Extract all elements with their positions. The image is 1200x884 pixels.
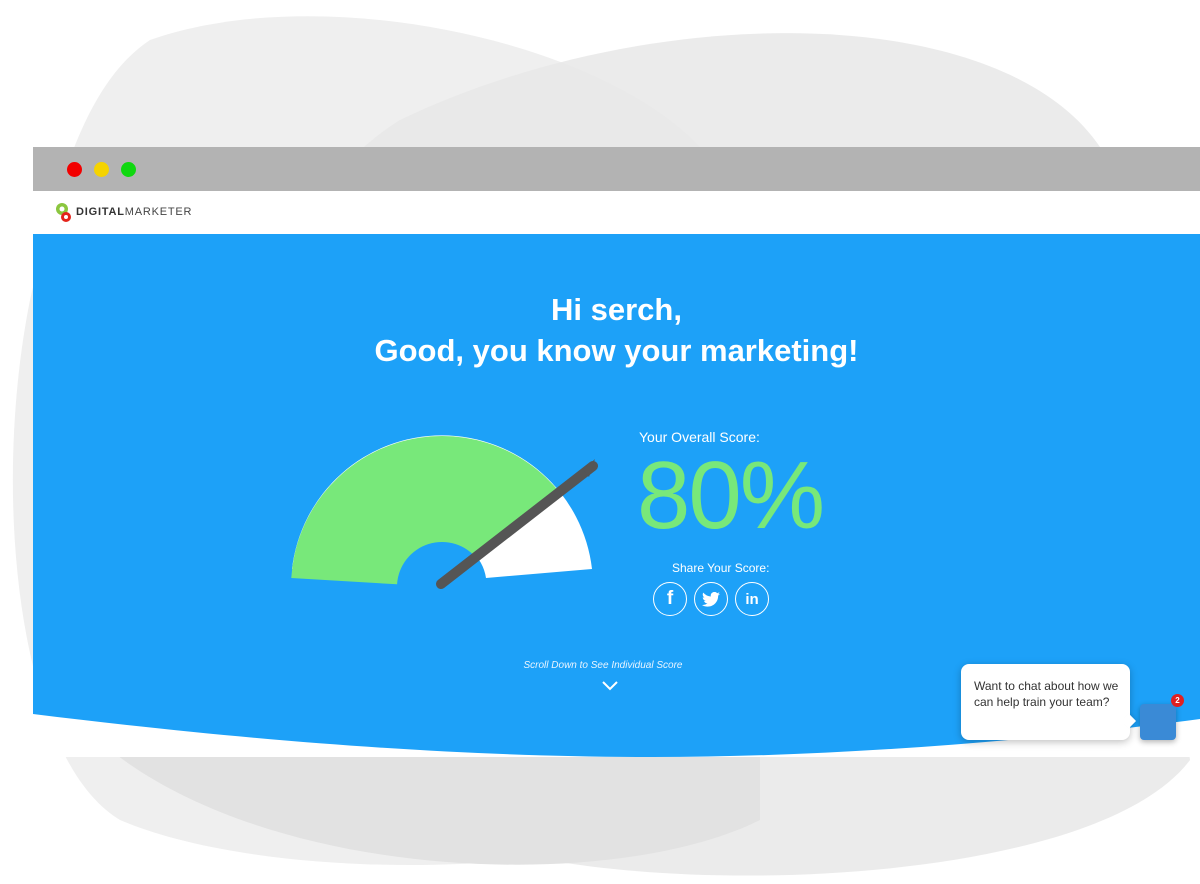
site-navbar: DIGITALMARKETER xyxy=(33,191,1200,234)
facebook-share-button[interactable]: f xyxy=(653,582,687,616)
linkedin-share-button[interactable]: in xyxy=(735,582,769,616)
facebook-icon: f xyxy=(666,588,674,609)
greeting-line-1: Hi serch, xyxy=(551,292,682,327)
chat-prompt-text: Want to chat about how we can help train… xyxy=(974,679,1119,709)
chat-launcher-button[interactable] xyxy=(1140,704,1176,740)
window-titlebar xyxy=(33,147,1200,191)
linkedin-icon: in xyxy=(745,590,759,608)
result-heading: Hi serch, Good, you know your marketing! xyxy=(33,289,1200,371)
logo-text-bold: DIGITAL xyxy=(76,206,125,218)
gear-logo-icon xyxy=(56,203,71,222)
chat-unread-badge: 2 xyxy=(1171,694,1184,707)
chat-prompt-bubble[interactable]: Want to chat about how we can help train… xyxy=(961,664,1130,740)
close-window-button[interactable] xyxy=(67,162,82,177)
minimize-window-button[interactable] xyxy=(94,162,109,177)
twitter-share-button[interactable] xyxy=(694,582,728,616)
score-value: 80% xyxy=(637,442,825,549)
twitter-icon xyxy=(702,591,720,607)
logo-text-light: MARKETER xyxy=(124,206,193,218)
maximize-window-button[interactable] xyxy=(121,162,136,177)
greeting-line-2: Good, you know your marketing! xyxy=(374,333,859,368)
share-label: Share Your Score: xyxy=(672,561,770,575)
digitalmarketer-logo[interactable]: DIGITALMARKETER xyxy=(54,200,192,224)
score-gauge xyxy=(291,435,598,589)
